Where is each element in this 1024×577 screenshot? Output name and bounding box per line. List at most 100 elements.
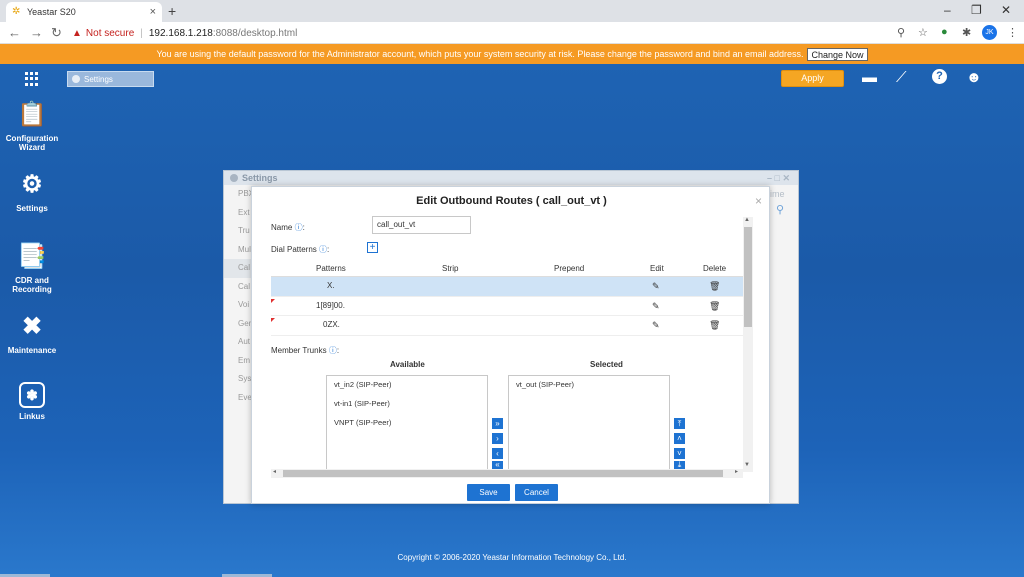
delete-icon[interactable]: 🗑	[709, 320, 720, 331]
col-delete: Delete	[703, 264, 727, 273]
move-right-button[interactable]: ›	[492, 433, 503, 444]
move-all-right-button[interactable]: »	[492, 418, 503, 429]
table-row[interactable]: 0ZX. ✎ 🗑	[271, 316, 743, 336]
restore-icon[interactable]: ❐	[971, 3, 982, 17]
save-button[interactable]: Save	[467, 484, 510, 501]
move-left-button[interactable]: ‹	[492, 448, 503, 459]
dialog-horizontal-scrollbar[interactable]: ◂ ▸	[271, 469, 743, 478]
cancel-button[interactable]: Cancel	[515, 484, 558, 501]
move-top-button[interactable]: ⤒	[674, 418, 685, 429]
url-separator: |	[140, 27, 143, 39]
scroll-up-icon[interactable]: ▲	[744, 217, 750, 223]
desktop-icon-maintenance[interactable]: ✖ Maintenance	[0, 310, 64, 356]
pattern-cell: 1[89]00.	[316, 300, 345, 310]
desktop-icon-cdr-recording[interactable]: 📑 CDR and Recording	[0, 240, 64, 295]
tab-close-icon[interactable]: ×	[150, 6, 156, 18]
message-icon[interactable]: ▬	[862, 69, 877, 86]
scroll-right-icon[interactable]: ▸	[735, 468, 738, 475]
forward-icon[interactable]: →	[30, 25, 43, 40]
dial-patterns-label: Dial Patterns ⓘ:	[271, 245, 330, 254]
edit-outbound-routes-dialog: Edit Outbound Routes ( call_out_vt ) × N…	[251, 186, 770, 504]
scroll-down-icon[interactable]: ▼	[744, 462, 750, 468]
name-label: Name ⓘ:	[271, 223, 305, 232]
url-field[interactable]: ▲ Not secure | 192.168.1.218 :8088/deskt…	[72, 24, 912, 42]
window-close-icon[interactable]: ✕	[1001, 3, 1011, 17]
menu-dots-icon[interactable]: ⋮	[1007, 26, 1018, 39]
profile-avatar[interactable]: JK	[982, 25, 997, 40]
list-item[interactable]: vt_in2 (SIP-Peer)	[327, 376, 487, 395]
available-header: Available	[390, 360, 425, 369]
settings-nav-item[interactable]: Tru	[224, 222, 252, 241]
move-all-left-button[interactable]: «	[492, 461, 503, 469]
not-secure-label: Not secure	[85, 27, 135, 39]
list-item[interactable]: vt_out (SIP-Peer)	[509, 376, 669, 395]
desktop-icon-configuration-wizard[interactable]: 📋 Configuration Wizard	[0, 98, 64, 153]
zoom-icon[interactable]: ⚲	[897, 26, 905, 39]
move-down-button[interactable]: ˅	[674, 448, 685, 459]
taskbar-settings-tab[interactable]: Settings	[67, 71, 154, 87]
move-bottom-button[interactable]: ⤓	[674, 461, 685, 469]
delete-icon[interactable]: 🗑	[709, 281, 720, 292]
edit-icon[interactable]: ✎	[652, 320, 660, 331]
back-icon[interactable]: ←	[8, 25, 21, 40]
settings-nav-item[interactable]: Syste	[224, 370, 252, 389]
settings-nav-item[interactable]: Cal	[224, 259, 252, 278]
settings-nav-item[interactable]: Aut	[224, 333, 252, 352]
scroll-thumb[interactable]	[283, 470, 723, 477]
add-pattern-button[interactable]: +	[367, 242, 378, 253]
settings-nav-item[interactable]: Ext	[224, 204, 252, 223]
dialog-close-icon[interactable]: ×	[755, 194, 762, 208]
settings-window-icon	[230, 174, 238, 182]
taskbar-settings-label: Settings	[84, 74, 113, 84]
available-trunks-list[interactable]: vt_in2 (SIP-Peer) vt-in1 (SIP-Peer) VNPT…	[326, 375, 488, 471]
minimize-icon[interactable]: –	[944, 3, 951, 17]
dialog-vertical-scrollbar[interactable]: ▲ ▼	[743, 217, 753, 472]
info-icon: ⓘ	[294, 223, 303, 232]
change-now-button[interactable]: Change Now	[807, 47, 868, 61]
settings-right-panel: ime ⚲	[770, 185, 800, 216]
delete-icon[interactable]: 🗑	[709, 301, 720, 312]
chart-icon[interactable]: ⟋	[896, 69, 907, 86]
settings-window-controls[interactable]: – □ ✕	[767, 171, 790, 185]
list-item[interactable]: vt-in1 (SIP-Peer)	[327, 395, 487, 414]
apply-button[interactable]: Apply	[781, 70, 844, 87]
desktop-icon-label: Configuration Wizard	[5, 134, 59, 152]
desktop-icon-linkus[interactable]: ✽ Linkus	[0, 382, 64, 421]
user-icon[interactable]: ☻	[966, 69, 982, 86]
settings-nav: PBX Ext Tru Mul Cal Cal Voi Gen Aut Em S…	[224, 185, 252, 407]
settings-nav-item[interactable]: Even	[224, 389, 252, 408]
scroll-left-icon[interactable]: ◂	[273, 468, 276, 475]
app-grid-icon[interactable]	[25, 72, 39, 86]
warning-icon: ▲	[72, 27, 82, 39]
edit-icon[interactable]: ✎	[652, 301, 660, 312]
settings-nav-item[interactable]: Em	[224, 352, 252, 371]
extension-icon[interactable]: ●	[941, 26, 948, 38]
edit-icon[interactable]: ✎	[652, 281, 660, 292]
move-up-button[interactable]: ˄	[674, 433, 685, 444]
selected-trunks-list[interactable]: vt_out (SIP-Peer)	[508, 375, 670, 471]
settings-window-titlebar: Settings – □ ✕	[224, 171, 798, 185]
settings-nav-item[interactable]: Gen	[224, 315, 252, 334]
settings-nav-item[interactable]: Cal	[224, 278, 252, 297]
yeastar-favicon-icon: ✲	[12, 6, 21, 17]
browser-tab[interactable]: ✲ Yeastar S20 ×	[6, 2, 162, 22]
col-prepend: Prepend	[554, 264, 585, 273]
table-row[interactable]: X. ✎ 🗑	[271, 277, 743, 297]
desktop-icon-settings[interactable]: ⚙ Settings	[0, 168, 64, 214]
puzzle-icon[interactable]: ✱	[962, 26, 971, 39]
settings-nav-item[interactable]: Voi	[224, 296, 252, 315]
scroll-thumb[interactable]	[744, 227, 752, 327]
changed-marker	[271, 298, 275, 303]
selected-header: Selected	[590, 360, 623, 369]
table-row[interactable]: 1[89]00. ✎ 🗑	[271, 297, 743, 316]
settings-nav-item[interactable]: Mul	[224, 241, 252, 260]
settings-nav-item[interactable]: PBX	[224, 185, 252, 204]
new-tab-button[interactable]: +	[168, 3, 176, 19]
help-icon[interactable]: ?	[932, 69, 947, 84]
name-input[interactable]: call_out_vt	[372, 216, 471, 234]
list-item[interactable]: VNPT (SIP-Peer)	[327, 414, 487, 433]
cdr-icon: 📑	[17, 242, 47, 270]
reload-icon[interactable]: ↻	[51, 25, 62, 41]
bookmark-star-icon[interactable]: ☆	[918, 26, 928, 39]
search-icon[interactable]: ⚲	[770, 203, 800, 216]
